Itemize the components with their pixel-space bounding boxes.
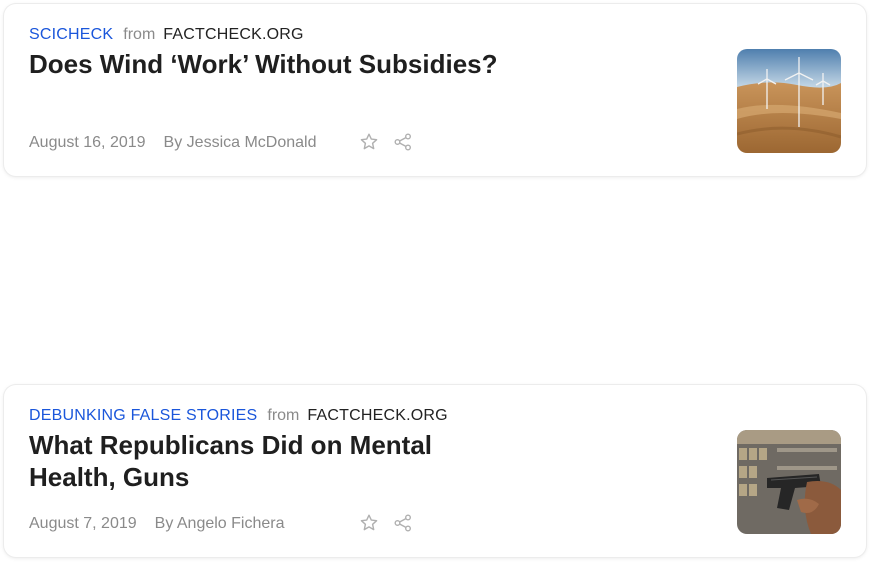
article-card[interactable]: DEBUNKING FALSE STORIES from FACTCHECK.ORG…	[4, 385, 866, 557]
article-actions	[359, 513, 413, 533]
article-title[interactable]: What Republicans Did on Mental Health, G…	[29, 429, 509, 493]
share-icon[interactable]	[393, 132, 413, 152]
source-name[interactable]: FACTCHECK.ORG	[307, 407, 447, 424]
article-title[interactable]: Does Wind ‘Work’ Without Subsidies?	[29, 48, 509, 80]
article-meta: SCICHECK from FACTCHECK.ORG	[29, 26, 304, 44]
article-meta: DEBUNKING FALSE STORIES from FACTCHECK.ORG	[29, 407, 448, 425]
byline: August 16, 2019 By Jessica McDonald	[29, 134, 317, 152]
from-label: from	[123, 26, 156, 43]
article-date: August 16, 2019	[29, 134, 146, 151]
wind-turbines-image[interactable]	[737, 49, 841, 153]
article-author: By Jessica McDonald	[163, 134, 317, 151]
star-icon[interactable]	[359, 513, 379, 533]
share-icon[interactable]	[393, 513, 413, 533]
byline: August 7, 2019 By Angelo Fichera	[29, 515, 285, 533]
star-icon[interactable]	[359, 132, 379, 152]
handgun-image[interactable]	[737, 430, 841, 534]
article-date: August 7, 2019	[29, 515, 137, 532]
category-link[interactable]: DEBUNKING FALSE STORIES	[29, 407, 257, 424]
source-name[interactable]: FACTCHECK.ORG	[163, 26, 303, 43]
article-card[interactable]: SCICHECK from FACTCHECK.ORG Does Wind ‘Wor…	[4, 4, 866, 176]
category-link[interactable]: SCICHECK	[29, 26, 113, 43]
article-author: By Angelo Fichera	[154, 515, 285, 532]
from-label: from	[267, 407, 300, 424]
article-actions	[359, 132, 413, 152]
